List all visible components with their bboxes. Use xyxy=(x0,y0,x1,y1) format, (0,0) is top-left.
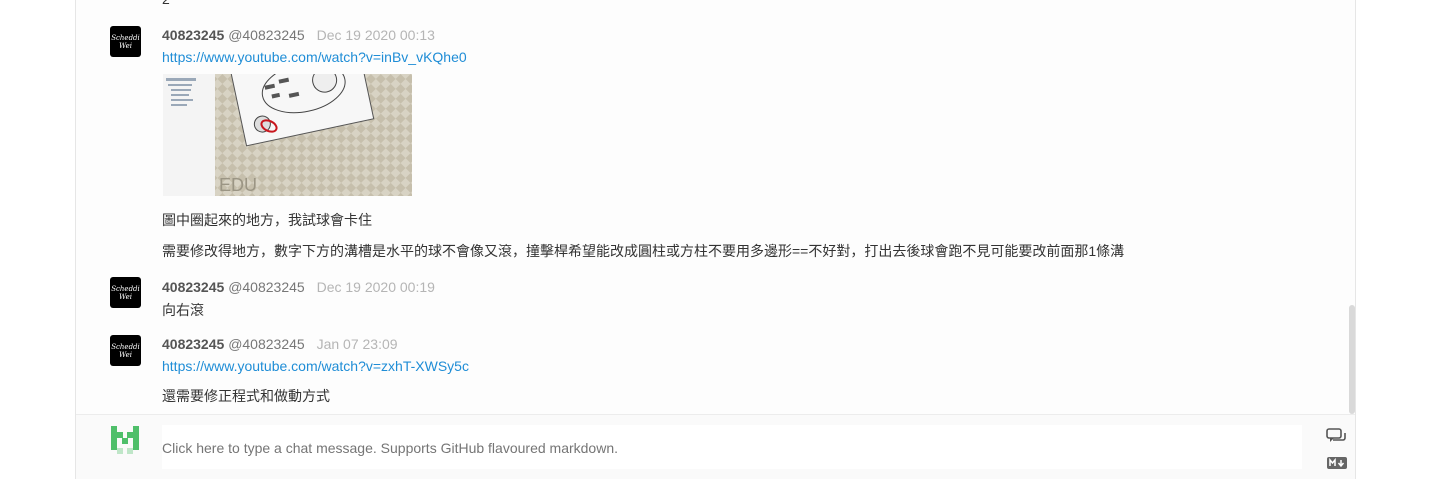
video-thumbnail[interactable]: EDU xyxy=(163,74,412,196)
avatar-text: Scheddi xyxy=(111,342,140,351)
message-timestamp[interactable]: Dec 19 2020 00:19 xyxy=(317,279,435,295)
avatar-text: Scheddi xyxy=(111,284,140,293)
message-timestamp[interactable]: Jan 07 23:09 xyxy=(317,336,398,352)
message-timestamp[interactable]: Dec 19 2020 00:13 xyxy=(317,27,435,43)
chat-panel: 2 Scheddi Wei 40823245 @40823245 Dec 19 … xyxy=(75,0,1356,479)
message-meta: 40823245 @40823245 Dec 19 2020 00:19 xyxy=(162,279,435,295)
chat-bubbles-icon[interactable] xyxy=(1326,428,1348,444)
composer xyxy=(76,414,1355,479)
message-text: 還需要修正程式和做動方式 xyxy=(162,388,330,404)
author-name[interactable]: 40823245 xyxy=(162,27,224,43)
avatar-text: Wei xyxy=(118,41,132,50)
message-text: 需要修改得地方，數字下方的溝槽是水平的球不會像又滾，撞擊桿希望能改成圓柱或方柱不… xyxy=(162,243,1125,259)
youtube-link[interactable]: https://www.youtube.com/watch?v=zxhT-XWS… xyxy=(162,358,469,374)
user-avatar-icon[interactable] xyxy=(111,426,139,454)
message-list[interactable]: 2 Scheddi Wei 40823245 @40823245 Dec 19 … xyxy=(76,0,1355,414)
avatar-text: Wei xyxy=(118,292,132,301)
author-handle[interactable]: @40823245 xyxy=(228,27,305,43)
author-name[interactable]: 40823245 xyxy=(162,279,224,295)
avatar-text: Wei xyxy=(118,350,132,359)
avatar[interactable]: Scheddi Wei xyxy=(110,26,141,57)
chat-message-input[interactable] xyxy=(162,425,1302,469)
message-text: 圖中圈起來的地方，我試球會卡住 xyxy=(162,212,372,228)
avatar-text: Scheddi xyxy=(111,33,140,42)
previous-message-tail: 2 xyxy=(162,0,170,7)
avatar[interactable]: Scheddi Wei xyxy=(110,277,141,308)
message-text: 向右滾 xyxy=(162,302,204,318)
message-meta: 40823245 @40823245 Jan 07 23:09 xyxy=(162,336,398,352)
message-meta: 40823245 @40823245 Dec 19 2020 00:13 xyxy=(162,27,435,43)
thumbnail-image: EDU xyxy=(163,74,412,196)
thumbnail-watermark: EDU xyxy=(219,175,257,195)
youtube-link[interactable]: https://www.youtube.com/watch?v=inBv_vKQ… xyxy=(162,49,467,65)
markdown-icon[interactable] xyxy=(1326,455,1348,471)
author-handle[interactable]: @40823245 xyxy=(228,336,305,352)
author-handle[interactable]: @40823245 xyxy=(228,279,305,295)
author-name[interactable]: 40823245 xyxy=(162,336,224,352)
avatar[interactable]: Scheddi Wei xyxy=(110,335,141,366)
scrollbar-thumb[interactable] xyxy=(1349,305,1355,414)
